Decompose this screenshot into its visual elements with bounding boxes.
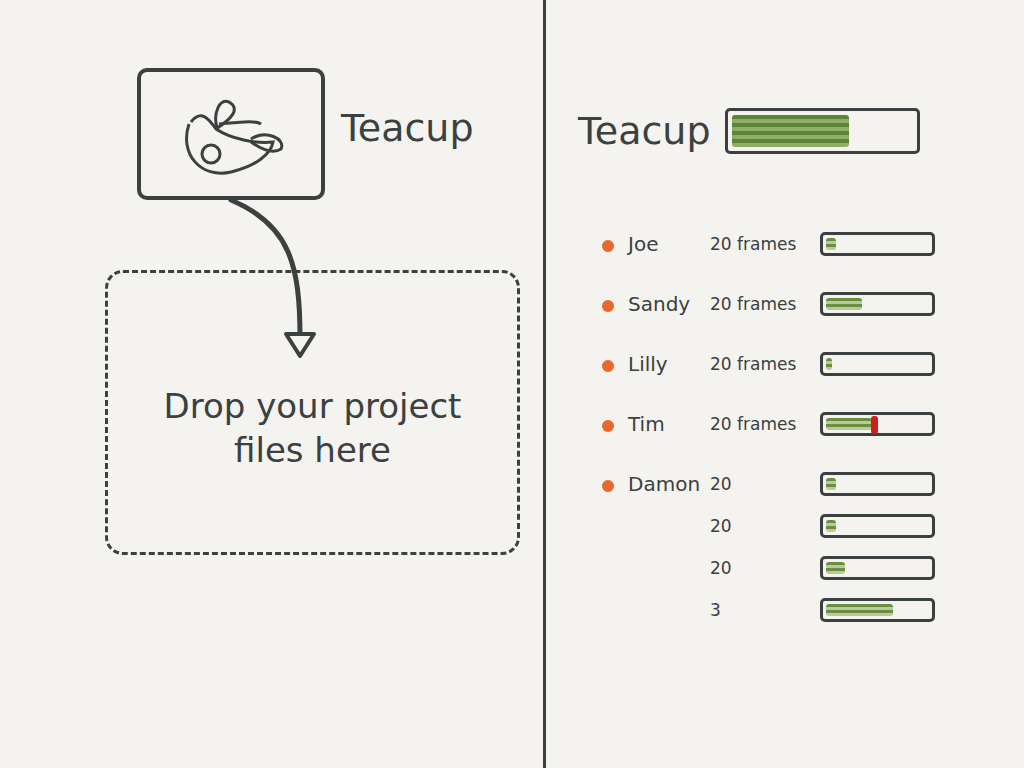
job-progress-fill (826, 418, 872, 430)
app-icon-box[interactable] (137, 68, 325, 200)
job-row: 20 frames (710, 232, 935, 256)
user-name: Joe (628, 232, 710, 256)
app-header: Teacup (137, 68, 543, 200)
job-frames: 20 frames (710, 234, 820, 254)
job-progress-fill (826, 562, 845, 574)
app-title: Teacup (341, 106, 474, 150)
job-progress-fill (826, 520, 836, 532)
job-progress-bar (820, 292, 935, 316)
queue-panel: TeacupJoe20 framesSandy20 framesLilly20 … (546, 0, 1024, 768)
job-progress-bar (820, 472, 935, 496)
drop-zone[interactable]: Drop your project files here (105, 270, 520, 555)
user-name: Tim (628, 412, 710, 436)
job-progress-bar (820, 556, 935, 580)
job-progress-bar (820, 514, 935, 538)
user-status-dot (602, 480, 614, 492)
job-frames: 3 (710, 600, 820, 620)
overall-progress-fill (732, 115, 850, 147)
job-frames: 20 (710, 558, 820, 578)
user-status-dot (602, 360, 614, 372)
job-row: 20 (710, 514, 935, 538)
job-error-marker (871, 416, 878, 434)
user-row: Sandy20 frames (602, 292, 1024, 316)
job-progress-fill (826, 298, 862, 310)
job-progress-fill (826, 358, 832, 370)
user-status-dot (602, 420, 614, 432)
job-progress-fill (826, 604, 893, 616)
user-row: Joe20 frames (602, 232, 1024, 256)
job-row: 20 frames (710, 292, 935, 316)
job-row: 3 (710, 598, 935, 622)
job-progress-bar (820, 352, 935, 376)
teacup-screen: TeacupDrop your project files hereTeacup… (0, 0, 1024, 768)
job-list: 20 frames (710, 352, 935, 376)
teacup-icon (161, 84, 301, 184)
job-list: 20 frames (710, 412, 935, 436)
job-row: 20 frames (710, 412, 935, 436)
queue-header: Teacup (578, 108, 1024, 154)
user-list: Joe20 framesSandy20 framesLilly20 frames… (578, 232, 1024, 622)
job-frames: 20 frames (710, 354, 820, 374)
user-name: Damon (628, 472, 710, 496)
user-row: Tim20 frames (602, 412, 1024, 436)
user-name: Lilly (628, 352, 710, 376)
job-list: 20 frames (710, 232, 935, 256)
job-row: 20 (710, 556, 935, 580)
job-list: 20 frames (710, 292, 935, 316)
drop-zone-label: Drop your project files here (132, 384, 493, 472)
overall-progress-bar (725, 108, 920, 154)
job-frames: 20 frames (710, 414, 820, 434)
job-frames: 20 frames (710, 294, 820, 314)
job-progress-fill (826, 478, 836, 490)
job-progress-bar (820, 598, 935, 622)
job-progress-bar (820, 232, 935, 256)
job-frames: 20 (710, 474, 820, 494)
job-row: 20 frames (710, 352, 935, 376)
job-list: 20 20 20 3 (710, 472, 935, 622)
job-progress-bar (820, 412, 935, 436)
user-status-dot (602, 240, 614, 252)
job-frames: 20 (710, 516, 820, 536)
user-row: Lilly20 frames (602, 352, 1024, 376)
user-status-dot (602, 300, 614, 312)
user-name: Sandy (628, 292, 710, 316)
job-row: 20 (710, 472, 935, 496)
job-progress-fill (826, 238, 836, 250)
user-row: Damon2020203 (602, 472, 1024, 622)
queue-title: Teacup (578, 109, 711, 153)
upload-panel: Teacup Drop your project files here (0, 0, 546, 768)
